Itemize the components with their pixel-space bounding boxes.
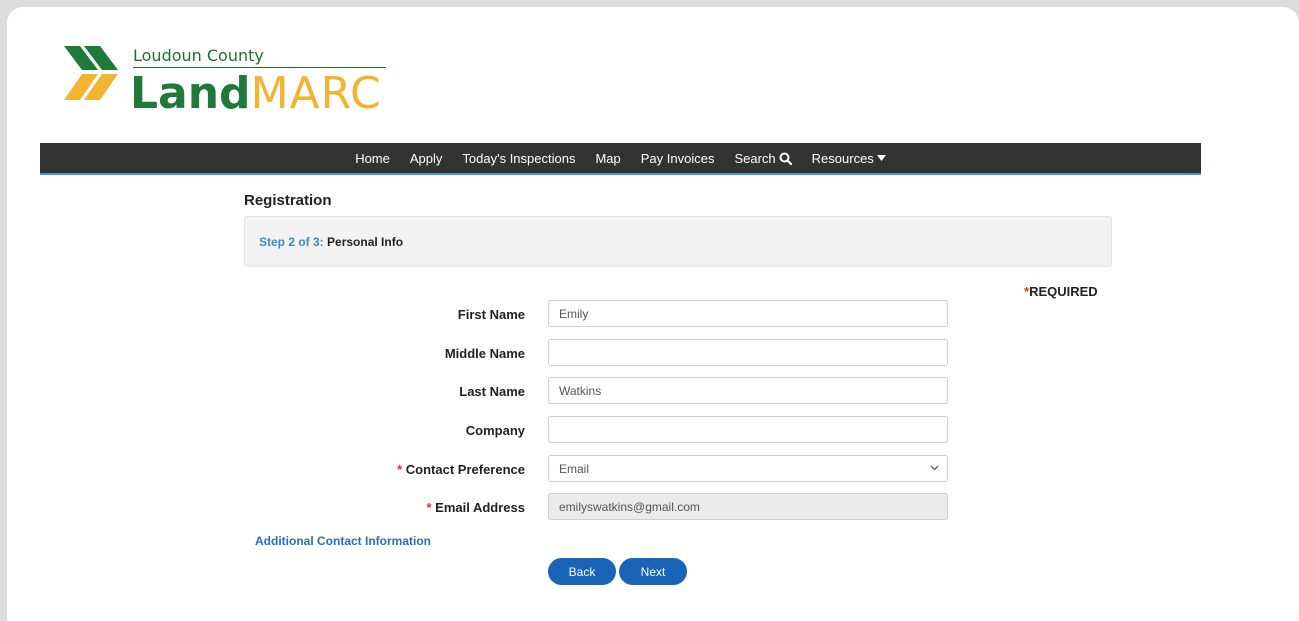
nav-resources[interactable]: Resources bbox=[812, 151, 886, 166]
first-name-label: First Name bbox=[457, 307, 525, 322]
last-name-input[interactable] bbox=[548, 377, 948, 404]
logo-mark-icon bbox=[64, 46, 118, 100]
nav-search-label: Search bbox=[734, 150, 776, 166]
email-label-text: Email Address bbox=[435, 500, 525, 515]
caret-down-icon bbox=[876, 155, 886, 161]
main-navbar: Home Apply Today's Inspections Map Pay I… bbox=[40, 143, 1201, 175]
contact-preference-star: * bbox=[397, 462, 403, 477]
step-indicator: Step 2 of 3: Personal Info bbox=[244, 216, 1112, 267]
email-star: * bbox=[426, 500, 432, 515]
chevron-down-icon bbox=[930, 465, 939, 471]
search-icon bbox=[779, 152, 792, 165]
contact-preference-label-text: Contact Preference bbox=[405, 462, 525, 477]
logo-marc-text: MARC bbox=[250, 68, 382, 119]
back-button[interactable]: Back bbox=[548, 558, 616, 585]
company-input[interactable] bbox=[548, 416, 948, 443]
step-number: Step 2 of 3: bbox=[259, 234, 324, 249]
last-name-label: Last Name bbox=[459, 384, 525, 399]
nav-pay-invoices[interactable]: Pay Invoices bbox=[641, 151, 715, 166]
nav-resources-label: Resources bbox=[811, 150, 874, 166]
middle-name-label: Middle Name bbox=[444, 346, 525, 361]
nav-home[interactable]: Home bbox=[355, 151, 390, 166]
logo-wordmark: LandMARC bbox=[130, 68, 382, 120]
nav-todays-inspections[interactable]: Today's Inspections bbox=[462, 151, 575, 166]
required-note: *REQUIRED bbox=[1024, 284, 1098, 299]
logo-county-text: Loudoun County bbox=[133, 46, 264, 65]
contact-preference-label: * Contact Preference bbox=[300, 462, 525, 477]
first-name-input[interactable] bbox=[548, 300, 948, 327]
landmarc-logo[interactable]: Loudoun County LandMARC bbox=[58, 40, 386, 119]
email-label: * Email Address bbox=[300, 500, 525, 515]
middle-name-input[interactable] bbox=[548, 339, 948, 366]
contact-preference-value: Email bbox=[559, 461, 590, 476]
nav-apply[interactable]: Apply bbox=[410, 151, 443, 166]
nav-search[interactable]: Search bbox=[734, 150, 792, 166]
logo-land-text: Land bbox=[130, 68, 251, 119]
step-name: Personal Info bbox=[327, 234, 404, 249]
page-title: Registration bbox=[244, 192, 332, 209]
required-text: REQUIRED bbox=[1029, 284, 1098, 299]
additional-contact-link[interactable]: Additional Contact Information bbox=[255, 534, 431, 548]
company-label: Company bbox=[465, 423, 525, 438]
nav-map[interactable]: Map bbox=[595, 151, 620, 166]
email-input bbox=[548, 493, 948, 520]
next-button[interactable]: Next bbox=[619, 558, 687, 585]
contact-preference-select[interactable]: Email bbox=[548, 455, 948, 482]
